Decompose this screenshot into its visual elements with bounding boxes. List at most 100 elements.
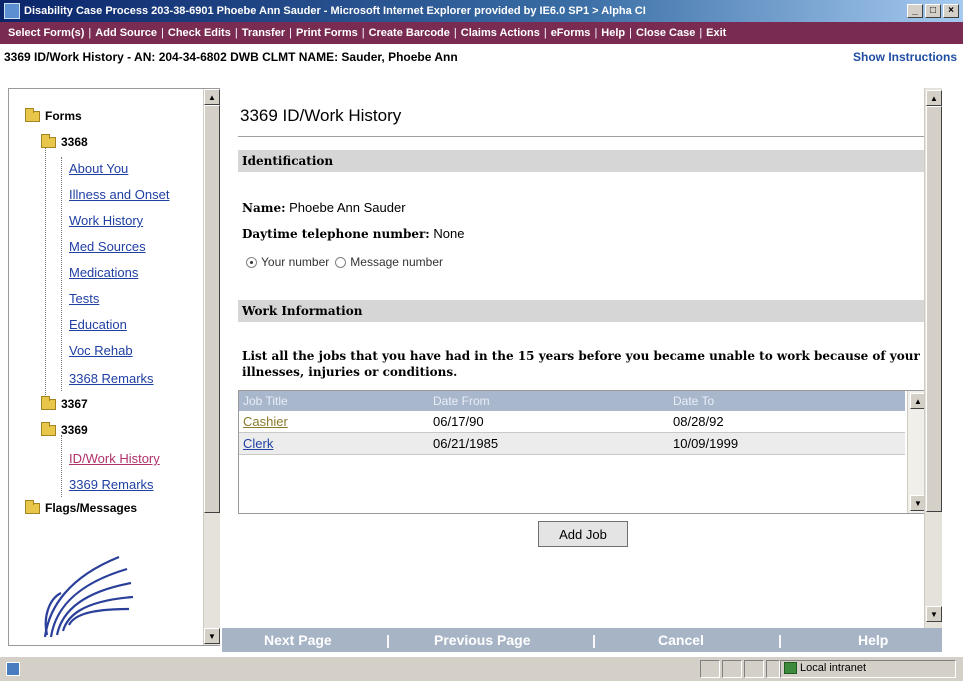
- nav-separator: |: [386, 632, 390, 648]
- menu-eforms[interactable]: eForms: [547, 27, 595, 39]
- menu-add-source[interactable]: Add Source: [91, 27, 161, 39]
- scroll-thumb[interactable]: [926, 106, 942, 512]
- form-content-pane: 3369 ID/Work History Identification Name…: [228, 88, 942, 628]
- previous-page-button[interactable]: Previous Page: [434, 632, 531, 648]
- message-number-label: Message number: [350, 255, 443, 269]
- menu-select-forms[interactable]: Select Form(s): [4, 27, 88, 39]
- show-instructions-link[interactable]: Show Instructions: [853, 50, 957, 64]
- tree-item-label[interactable]: ID/Work History: [69, 451, 160, 466]
- menu-transfer[interactable]: Transfer: [238, 27, 289, 39]
- status-cell: [766, 660, 780, 678]
- date-to-cell: 08/28/92: [673, 414, 724, 429]
- tree-item-label[interactable]: Education: [69, 317, 127, 332]
- ie-page-icon: [4, 3, 20, 19]
- page-title: 3369 ID/Work History: [240, 106, 402, 125]
- tree-connector: [45, 139, 46, 395]
- tree-item-tests[interactable]: Tests: [69, 291, 99, 306]
- tree-item-illness-and-onset[interactable]: Illness and Onset: [69, 187, 169, 202]
- tree-item-3368-remarks[interactable]: 3368 Remarks: [69, 371, 154, 386]
- tree-folder-flags-messages[interactable]: Flags/Messages: [25, 499, 138, 515]
- identification-section-header: Identification: [238, 150, 928, 172]
- status-cell: [744, 660, 764, 678]
- tree-item-3369-remarks[interactable]: 3369 Remarks: [69, 477, 154, 492]
- message-number-radio[interactable]: [335, 256, 347, 268]
- jobs-instructions: List all the jobs that you have had in t…: [242, 349, 920, 379]
- column-header-date-from[interactable]: Date From: [433, 394, 490, 408]
- tree-folder-label: 3367: [61, 397, 88, 411]
- close-button[interactable]: ×: [943, 4, 959, 18]
- menu-bar: Select Form(s) | Add Source | Check Edit…: [0, 22, 963, 44]
- date-from-cell: 06/17/90: [433, 414, 484, 429]
- menu-exit[interactable]: Exit: [702, 27, 730, 39]
- tree-item-label[interactable]: 3369 Remarks: [69, 477, 154, 492]
- tree-folder-label: Flags/Messages: [45, 501, 138, 515]
- scroll-thumb[interactable]: [204, 105, 220, 513]
- job-title-link[interactable]: Cashier: [243, 414, 288, 429]
- page-navigation-bar: Next Page | Previous Page | Cancel | Hel…: [222, 628, 942, 652]
- scroll-up-arrow-icon[interactable]: ▲: [204, 89, 220, 105]
- job-title-link[interactable]: Clerk: [243, 436, 273, 451]
- menu-help[interactable]: Help: [597, 27, 629, 39]
- tree-item-about-you[interactable]: About You: [69, 161, 128, 176]
- tree-item-education[interactable]: Education: [69, 317, 127, 332]
- local-intranet-icon: [784, 662, 797, 674]
- maximize-button[interactable]: □: [925, 4, 941, 18]
- your-number-radio[interactable]: [246, 256, 257, 268]
- title-divider: [238, 136, 928, 137]
- closed-folder-icon: [41, 395, 56, 410]
- nav-separator: |: [778, 632, 782, 648]
- main-scrollbar[interactable]: ▲ ▼: [924, 88, 942, 628]
- date-from-cell: 06/21/1985: [433, 436, 499, 451]
- tree-item-med-sources[interactable]: Med Sources: [69, 239, 146, 254]
- tree-item-label[interactable]: Voc Rehab: [69, 343, 133, 358]
- table-row[interactable]: Cashier 06/17/90 08/28/92: [239, 411, 905, 433]
- tree-item-label[interactable]: 3368 Remarks: [69, 371, 154, 386]
- tree-item-label[interactable]: Illness and Onset: [69, 187, 169, 202]
- help-button[interactable]: Help: [858, 632, 888, 648]
- column-header-job-title[interactable]: Job Title: [243, 394, 288, 408]
- menu-print-forms[interactable]: Print Forms: [292, 27, 362, 39]
- status-cell: [722, 660, 742, 678]
- nav-separator: |: [592, 632, 596, 648]
- tree-item-id-work-history[interactable]: ID/Work History: [69, 451, 160, 466]
- next-page-button[interactable]: Next Page: [264, 632, 332, 648]
- scroll-down-arrow-icon[interactable]: ▼: [204, 628, 220, 644]
- open-folder-icon: [41, 133, 56, 148]
- tree-folder-3369[interactable]: 3369: [41, 421, 88, 437]
- page-status-icon: [6, 662, 20, 676]
- window-title: Disability Case Process 203-38-6901 Phoe…: [24, 5, 646, 17]
- status-cell: [700, 660, 720, 678]
- tree-folder-3367[interactable]: 3367: [41, 395, 88, 411]
- tree-item-label[interactable]: Work History: [69, 213, 143, 228]
- menu-claims-actions[interactable]: Claims Actions: [457, 27, 544, 39]
- column-header-date-to[interactable]: Date To: [673, 394, 714, 408]
- tree-folder-forms[interactable]: Forms: [25, 107, 82, 123]
- tree-folder-3368[interactable]: 3368: [41, 133, 88, 149]
- menu-close-case[interactable]: Close Case: [632, 27, 699, 39]
- name-value: Phoebe Ann Sauder: [289, 200, 406, 215]
- menu-check-edits[interactable]: Check Edits: [164, 27, 235, 39]
- scroll-up-arrow-icon[interactable]: ▲: [926, 90, 942, 106]
- tree-folder-label: 3368: [61, 135, 88, 149]
- tree-item-label[interactable]: About You: [69, 161, 128, 176]
- add-job-button[interactable]: Add Job: [538, 521, 628, 547]
- tree-item-label[interactable]: Medications: [69, 265, 138, 280]
- minimize-button[interactable]: _: [907, 4, 923, 18]
- nav-scrollbar[interactable]: ▲ ▼: [203, 89, 220, 645]
- case-title: 3369 ID/Work History - AN: 204-34-6802 D…: [4, 50, 458, 64]
- name-label: Name:: [242, 201, 286, 215]
- case-header: 3369 ID/Work History - AN: 204-34-6802 D…: [0, 44, 963, 88]
- phone-field: Daytime telephone number: None: [242, 226, 464, 241]
- table-row[interactable]: Clerk 06/21/1985 10/09/1999: [239, 433, 905, 455]
- tree-item-voc-rehab[interactable]: Voc Rehab: [69, 343, 133, 358]
- phone-value: None: [433, 226, 465, 241]
- tree-item-label[interactable]: Tests: [69, 291, 99, 306]
- menu-create-barcode[interactable]: Create Barcode: [365, 27, 454, 39]
- cancel-button[interactable]: Cancel: [658, 632, 704, 648]
- name-field: Name: Phoebe Ann Sauder: [242, 200, 406, 215]
- browser-status-bar: Local intranet: [0, 656, 963, 681]
- tree-item-medications[interactable]: Medications: [69, 265, 138, 280]
- scroll-down-arrow-icon[interactable]: ▼: [926, 606, 942, 622]
- tree-item-label[interactable]: Med Sources: [69, 239, 146, 254]
- tree-item-work-history[interactable]: Work History: [69, 213, 143, 228]
